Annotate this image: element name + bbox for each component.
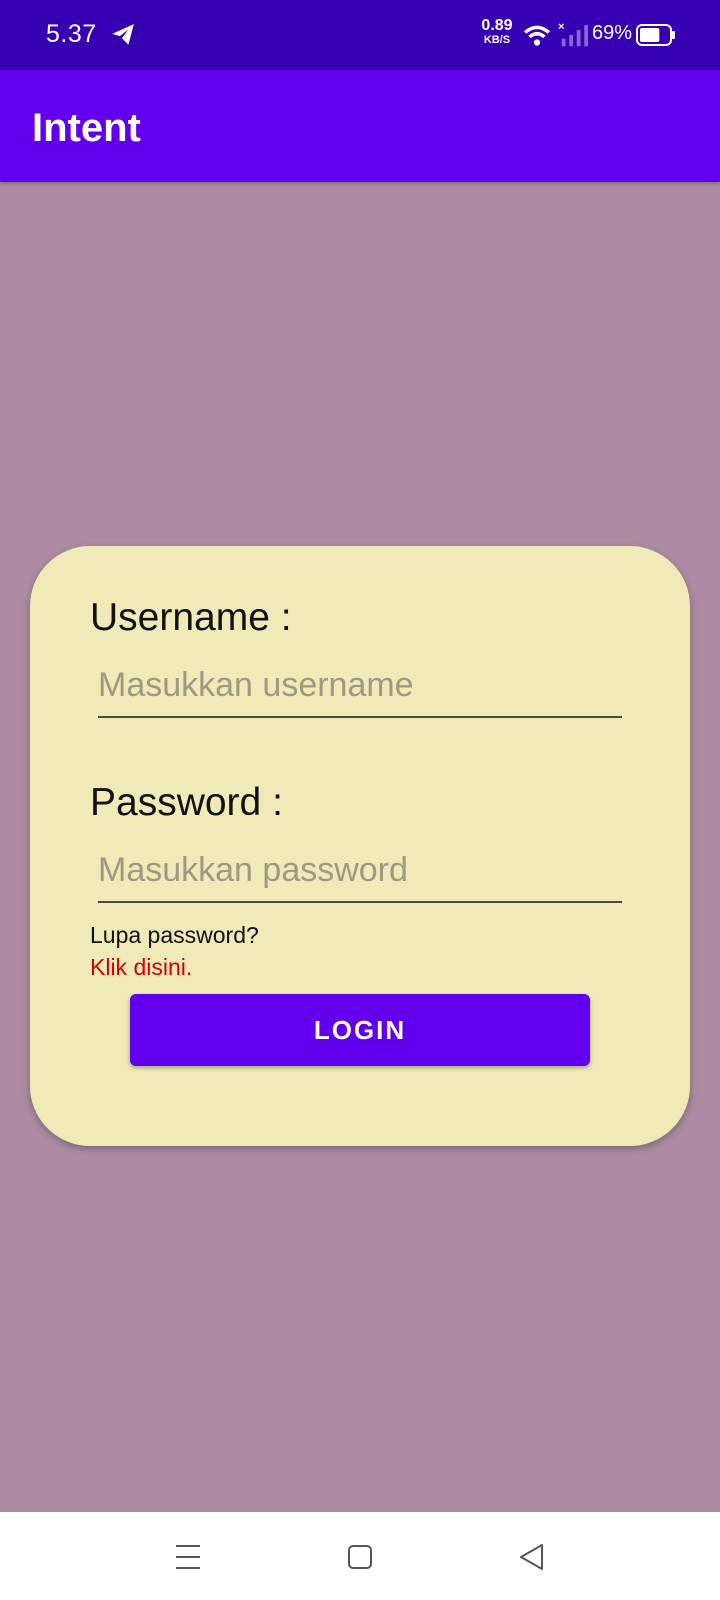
password-input[interactable] bbox=[98, 843, 622, 903]
forgot-password-link[interactable]: Klik disini. bbox=[90, 954, 192, 981]
battery-icon bbox=[636, 24, 675, 46]
back-icon[interactable] bbox=[505, 1530, 559, 1584]
username-label: Username : bbox=[90, 596, 292, 639]
status-bar: 5.37 0.89 KB/S × 69% bbox=[0, 0, 720, 70]
app-title: Intent bbox=[32, 106, 141, 150]
network-speed-unit: KB/S bbox=[483, 34, 511, 46]
status-time: 5.37 bbox=[46, 20, 97, 48]
username-input[interactable] bbox=[98, 658, 622, 718]
telegram-icon bbox=[112, 24, 134, 45]
login-button[interactable]: LOGIN bbox=[130, 994, 590, 1066]
navigation-bar bbox=[0, 1512, 720, 1600]
wifi-icon bbox=[523, 25, 551, 46]
svg-text:×: × bbox=[558, 21, 565, 33]
battery-percent: 69% bbox=[592, 22, 633, 44]
forgot-password-text: Lupa password? bbox=[90, 922, 259, 948]
menu-icon[interactable] bbox=[161, 1530, 215, 1584]
app-bar: Intent bbox=[0, 70, 720, 182]
password-label: Password : bbox=[90, 781, 283, 824]
network-speed: 0.89 KB/S bbox=[476, 18, 518, 46]
login-card: Username : Password : Lupa password? Kli… bbox=[30, 546, 690, 1146]
signal-icon: × bbox=[558, 21, 588, 47]
network-speed-value: 0.89 bbox=[481, 17, 513, 34]
home-icon[interactable] bbox=[333, 1530, 387, 1584]
